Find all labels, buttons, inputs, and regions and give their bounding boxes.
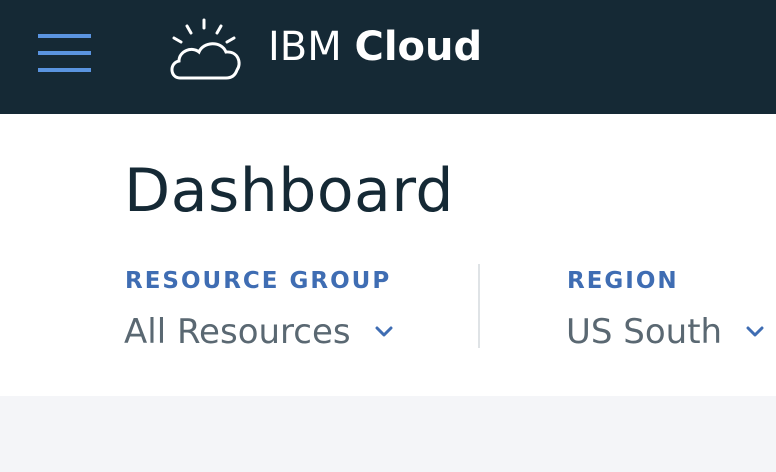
resource-group-dropdown[interactable]: All Resources (124, 310, 394, 354)
resource-group-label: RESOURCE GROUP (125, 268, 392, 294)
brand-name[interactable]: IBM Cloud (268, 20, 482, 74)
chevron-down-icon (375, 326, 393, 337)
resource-group-value: All Resources (124, 312, 351, 352)
chevron-down-icon (746, 326, 764, 337)
region-label: REGION (567, 268, 679, 294)
hamburger-menu-icon[interactable] (38, 34, 91, 72)
top-navigation-bar: IBM Cloud (0, 0, 776, 114)
page-title: Dashboard (124, 156, 455, 226)
cloud-sun-icon (170, 18, 241, 80)
brand-cloud: Cloud (354, 24, 483, 70)
dashboard-header-panel: Dashboard RESOURCE GROUP All Resources R… (0, 114, 776, 396)
filter-divider (478, 264, 480, 348)
region-dropdown[interactable]: US South (566, 310, 765, 354)
region-value: US South (566, 312, 723, 352)
brand-ibm: IBM (268, 24, 342, 70)
